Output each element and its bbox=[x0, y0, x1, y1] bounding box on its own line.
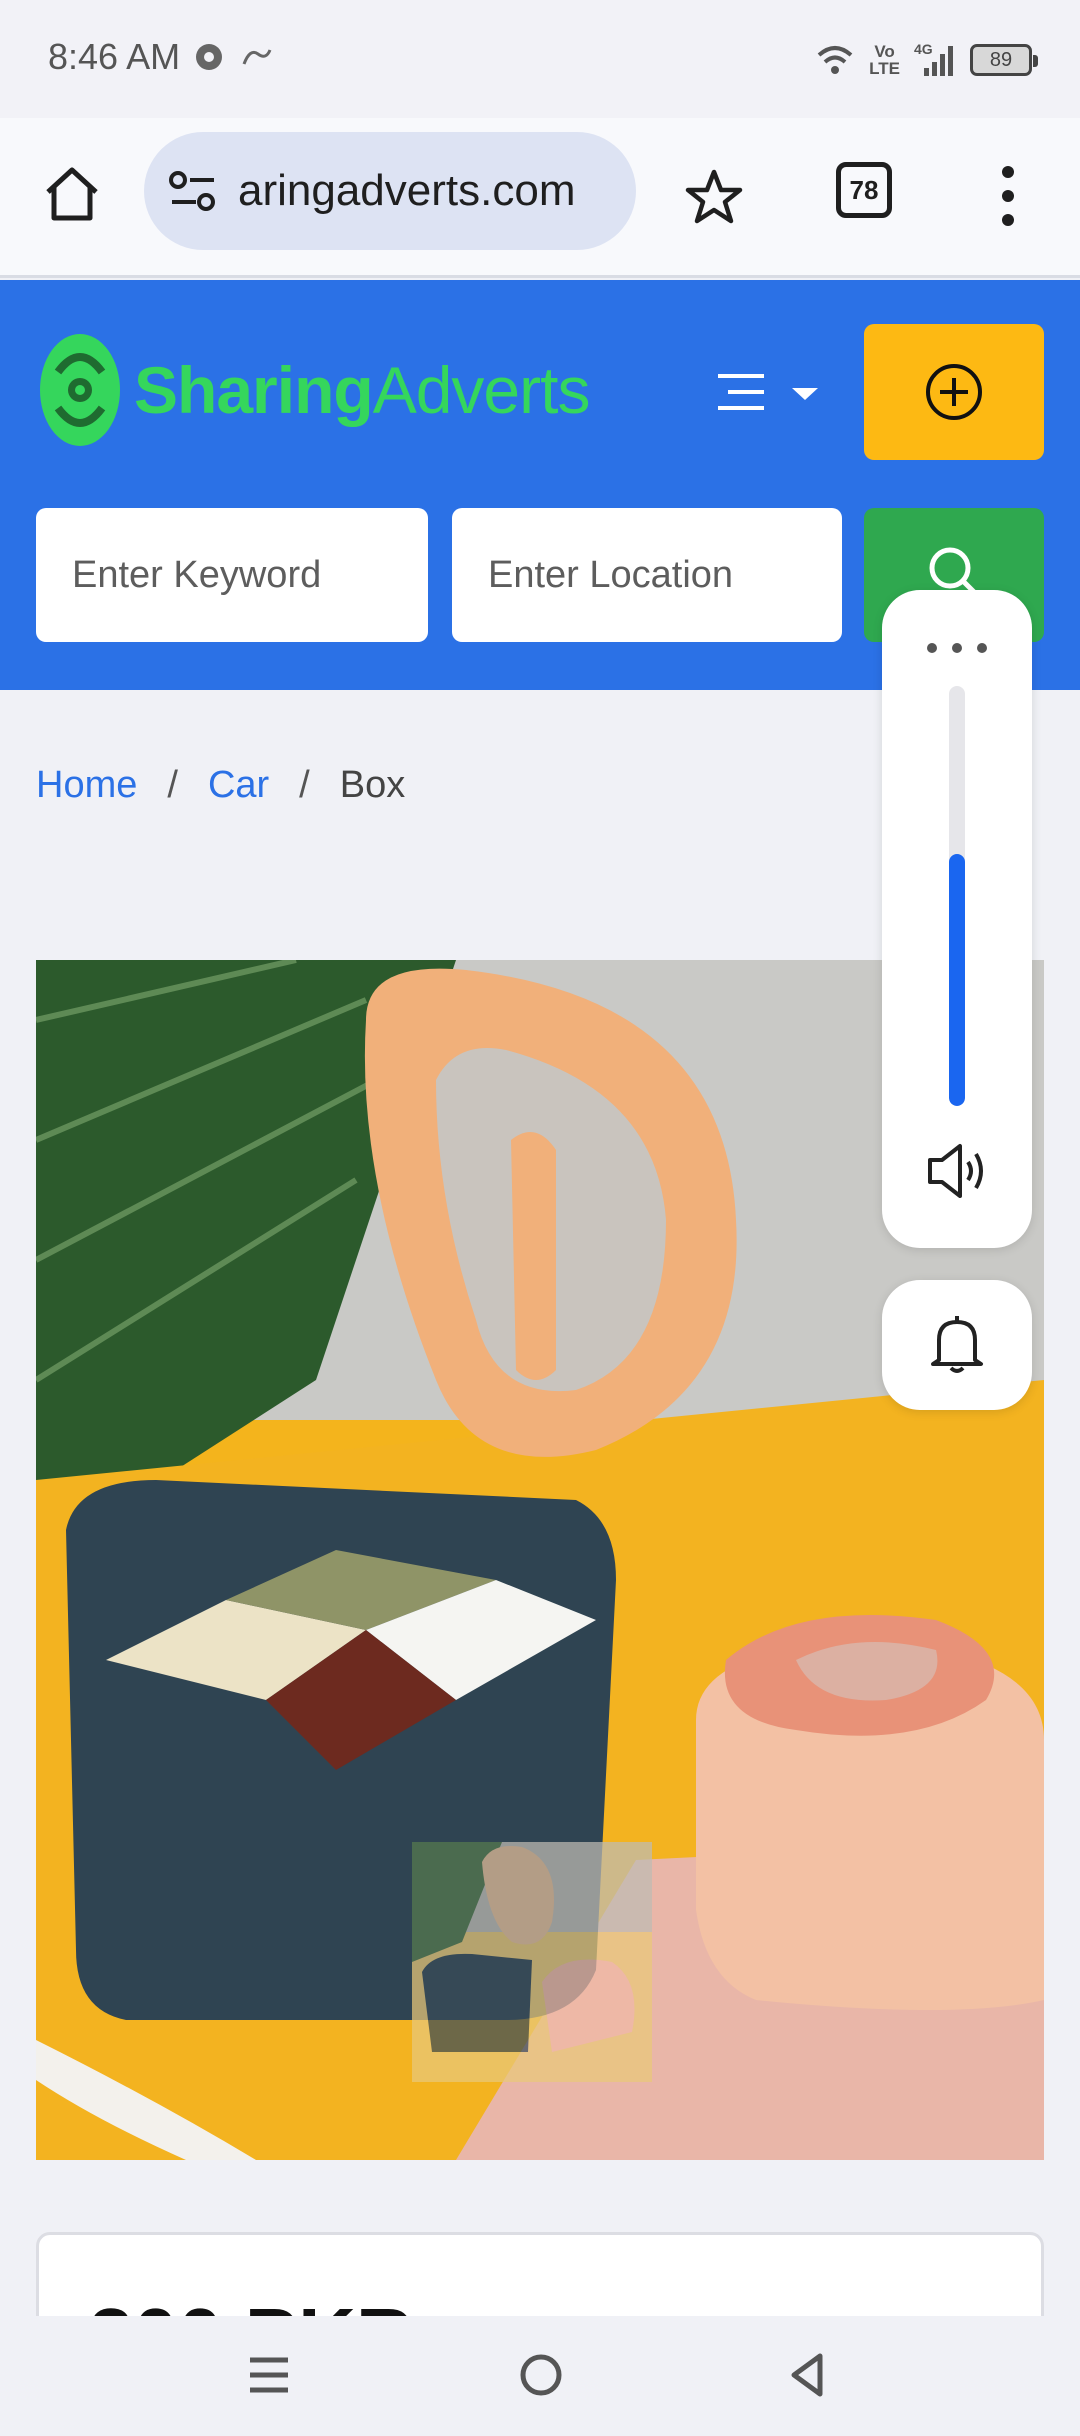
status-icons: Vo LTE 4G 89 bbox=[815, 38, 1038, 82]
logo-text: SharingAdverts bbox=[134, 353, 590, 427]
location-input[interactable] bbox=[452, 508, 842, 642]
thumbnail-photo bbox=[412, 1842, 652, 2082]
logo-mark-icon bbox=[40, 334, 120, 446]
breadcrumb-current: Box bbox=[339, 764, 406, 806]
back-icon[interactable] bbox=[786, 2352, 832, 2398]
more-horiz-icon[interactable] bbox=[926, 642, 988, 654]
menu-toggle-icon[interactable] bbox=[714, 370, 824, 422]
breadcrumb-home[interactable]: Home bbox=[36, 764, 137, 807]
sync-icon bbox=[242, 49, 272, 65]
more-vert-icon[interactable] bbox=[994, 164, 1022, 228]
breadcrumb-separator: / bbox=[167, 764, 178, 806]
browser-toolbar: aringadverts.com 78 bbox=[0, 118, 1080, 278]
status-bar: 8:46 AM Vo LTE 4G 89 bbox=[0, 0, 1080, 118]
site-logo[interactable]: SharingAdverts bbox=[38, 332, 590, 448]
tab-switcher-button[interactable]: 78 bbox=[836, 162, 892, 218]
status-time: 8:46 AM bbox=[48, 36, 181, 77]
chrome-icon bbox=[196, 44, 222, 70]
product-thumbnail[interactable] bbox=[412, 1842, 652, 2082]
battery-indicator: 89 bbox=[970, 44, 1038, 76]
breadcrumb: Home / Car / Box bbox=[36, 764, 405, 807]
svg-text:4G: 4G bbox=[914, 42, 933, 57]
ring-mode-button[interactable] bbox=[882, 1280, 1032, 1410]
home-icon[interactable] bbox=[40, 162, 104, 226]
signal-icon: 4G bbox=[914, 42, 953, 76]
recent-apps-icon[interactable] bbox=[246, 2352, 292, 2398]
breadcrumb-car[interactable]: Car bbox=[208, 764, 269, 807]
url-text: aringadverts.com bbox=[238, 166, 576, 215]
breadcrumb-separator: / bbox=[299, 764, 310, 806]
bell-icon bbox=[931, 1316, 983, 1373]
post-ad-button[interactable] bbox=[864, 324, 1044, 460]
home-nav-icon[interactable] bbox=[518, 2352, 564, 2398]
keyword-input[interactable] bbox=[36, 508, 428, 642]
system-nav-bar bbox=[0, 2316, 1080, 2436]
volume-panel bbox=[882, 590, 1032, 1248]
volte-label: Vo LTE bbox=[869, 42, 900, 78]
volume-level bbox=[949, 854, 965, 1106]
plus-circle-icon bbox=[926, 364, 982, 420]
tune-icon[interactable] bbox=[168, 170, 218, 214]
star-icon[interactable] bbox=[684, 168, 744, 226]
volume-slider[interactable] bbox=[949, 686, 965, 1106]
speaker-icon[interactable] bbox=[924, 1140, 990, 1202]
address-bar[interactable]: aringadverts.com bbox=[144, 132, 636, 250]
wifi-icon bbox=[817, 46, 853, 74]
